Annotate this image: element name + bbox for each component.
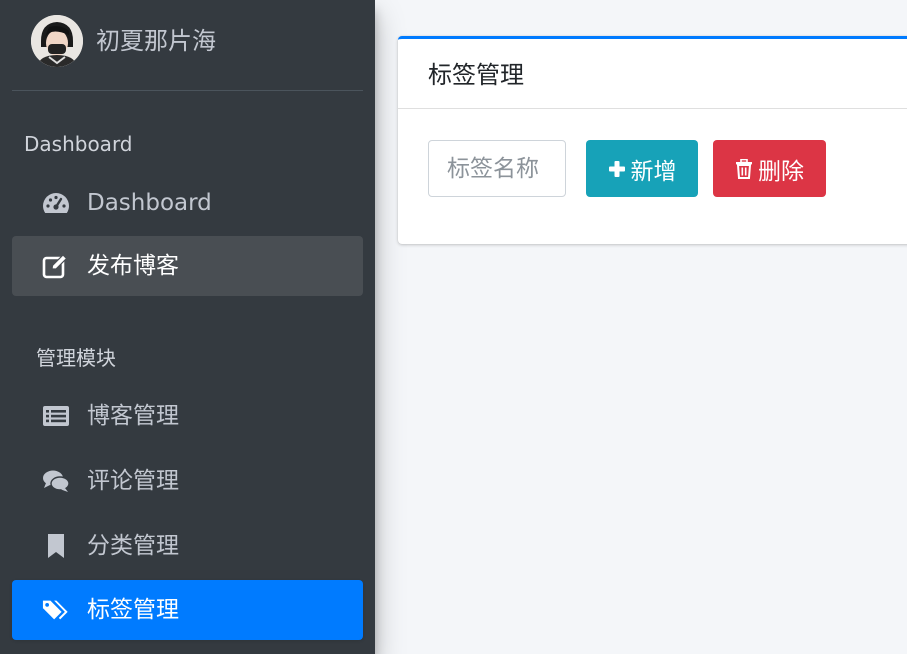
sidebar-item-label: 博客管理: [87, 403, 179, 429]
bookmark-icon: [42, 533, 70, 559]
card-title: 标签管理: [428, 61, 524, 89]
card-header: 标签管理: [398, 39, 907, 109]
sidebar-item-dashboard[interactable]: Dashboard: [12, 173, 363, 233]
sidebar-item-category-manage[interactable]: 分类管理: [12, 516, 363, 576]
sidebar-item-tag-manage[interactable]: 标签管理: [12, 580, 363, 640]
sidebar: 初夏那片海 Dashboard Dashboard 发布博客 管理模块 博客管理…: [0, 0, 375, 654]
sidebar-item-label: Dashboard: [87, 190, 212, 216]
sidebar-item-label: 发布博客: [87, 253, 179, 279]
brand-name: 初夏那片海: [96, 27, 216, 55]
user-avatar: [31, 15, 83, 67]
delete-button-label: 删除: [758, 158, 804, 185]
edit-icon: [42, 253, 70, 279]
trash-icon: [735, 158, 753, 179]
tag-management-card: 标签管理 新增 删除: [398, 36, 907, 244]
plus-icon: [608, 160, 626, 178]
sidebar-item-label: 分类管理: [87, 533, 179, 559]
sidebar-item-comment-manage[interactable]: 评论管理: [12, 451, 363, 511]
tags-icon: [42, 597, 70, 623]
tachometer-icon: [42, 190, 70, 216]
add-button-label: 新增: [630, 158, 677, 185]
add-button[interactable]: 新增: [586, 140, 698, 197]
comments-icon: [42, 468, 70, 494]
delete-button[interactable]: 删除: [713, 140, 826, 197]
sidebar-item-blog-manage[interactable]: 博客管理: [12, 386, 363, 446]
nav-header-manage: 管理模块: [36, 346, 116, 370]
list-icon: [42, 403, 70, 429]
sidebar-item-publish-blog[interactable]: 发布博客: [12, 236, 363, 296]
brand-link[interactable]: 初夏那片海: [12, 0, 363, 91]
sidebar-item-label: 评论管理: [87, 468, 179, 494]
nav-header-dashboard: Dashboard: [24, 132, 133, 156]
tag-name-input[interactable]: [428, 140, 566, 197]
sidebar-item-label: 标签管理: [87, 597, 179, 623]
